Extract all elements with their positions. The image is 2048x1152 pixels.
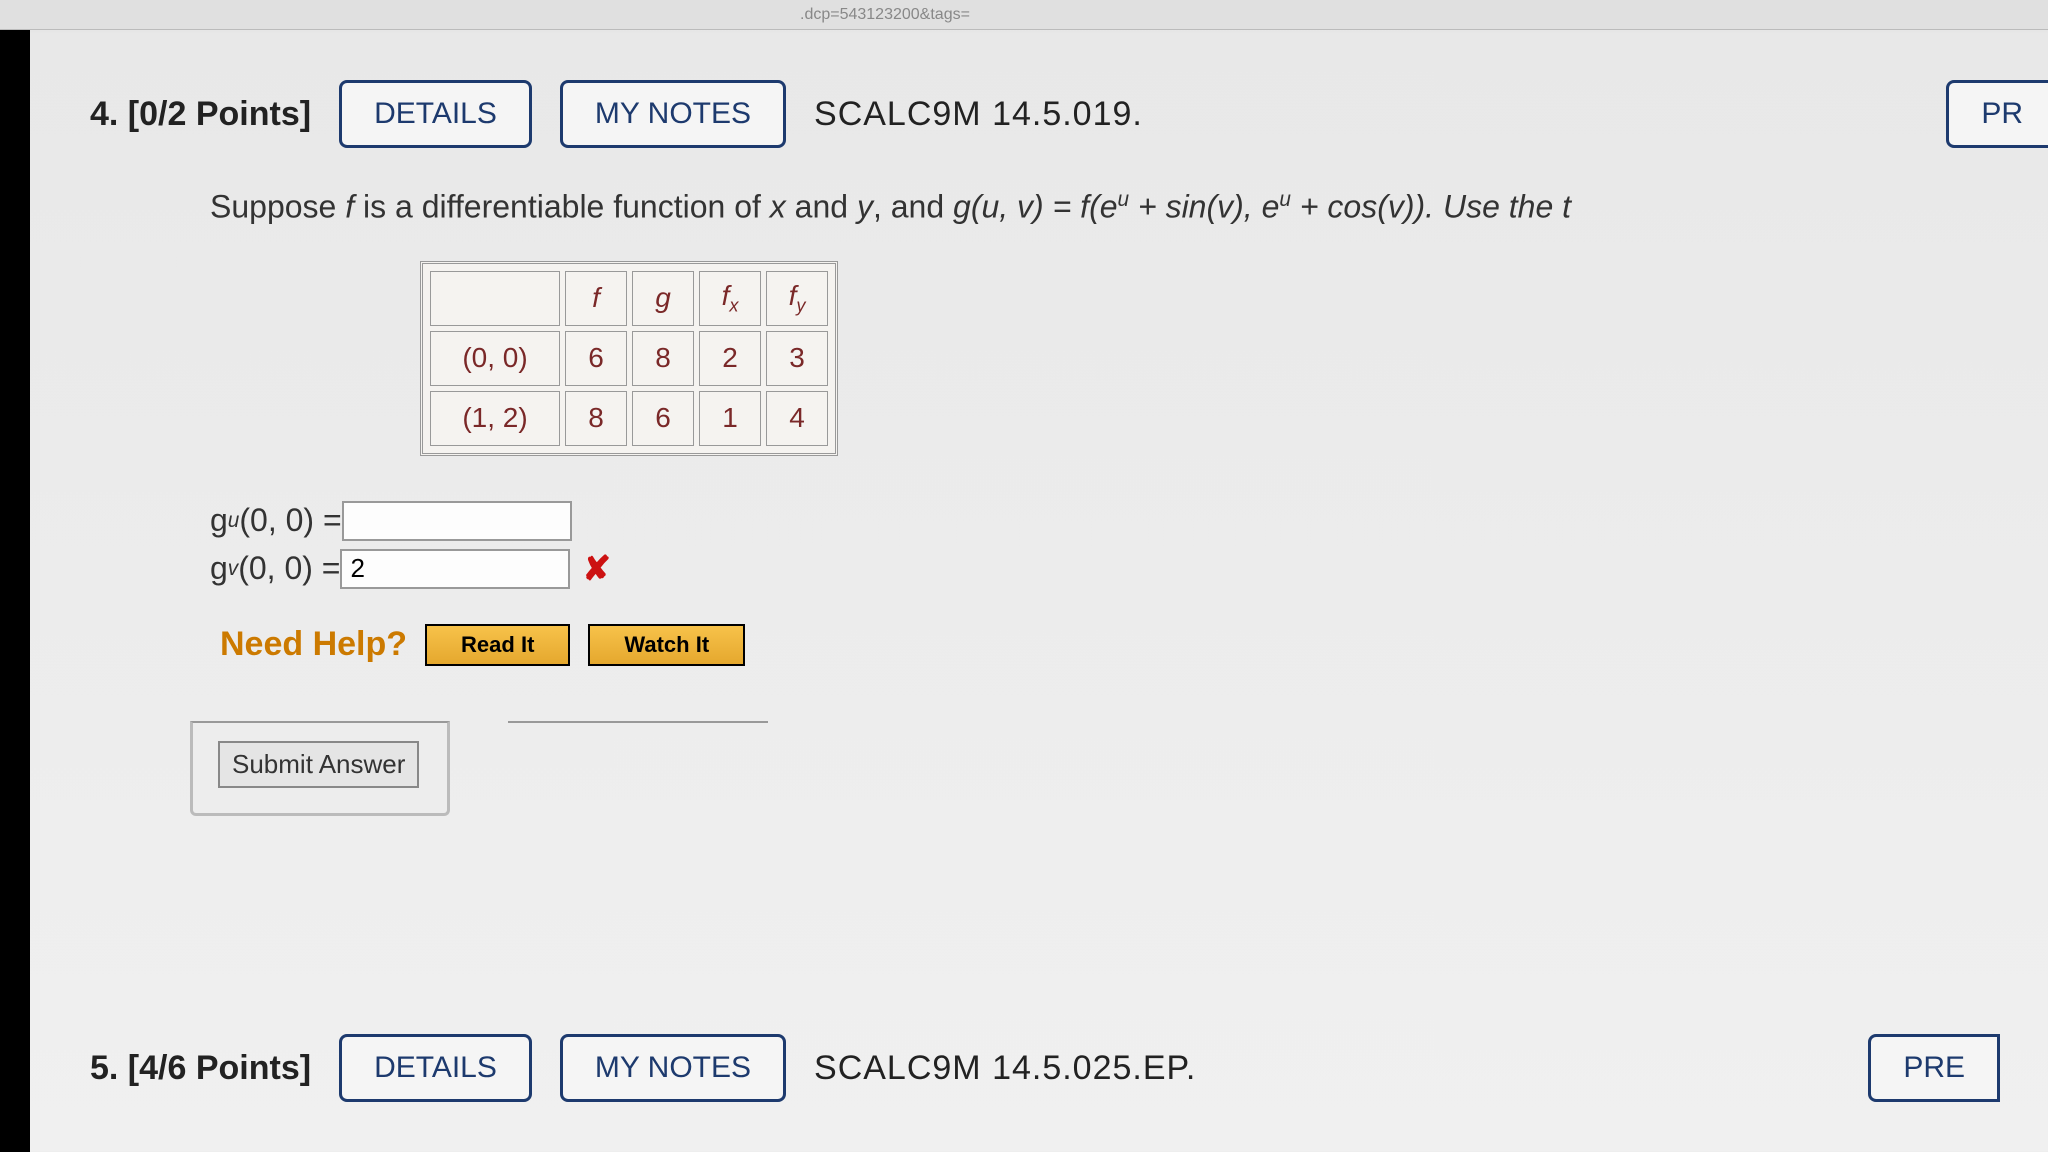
th-blank (430, 271, 560, 326)
gu-input[interactable] (342, 501, 572, 541)
var-g: g (953, 189, 971, 225)
table-row: (0, 0) 6 8 2 3 (430, 331, 828, 386)
details-button[interactable]: DETAILS (339, 1034, 532, 1102)
cell: 4 (766, 391, 828, 446)
practice-button[interactable]: PR (1946, 80, 2048, 148)
page-content: 4. [0/2 Points] DETAILS MY NOTES SCALC9M… (30, 30, 2048, 1152)
answers-block: gu(0, 0) = gv(0, 0) = ✘ (210, 501, 2048, 589)
label-rest: (0, 0) = (238, 550, 340, 587)
th-g: g (632, 271, 694, 326)
label-sub-v: v (228, 557, 238, 581)
cell: 8 (632, 331, 694, 386)
text: + cos(v)). Use the t (1291, 189, 1571, 225)
var-f: f (345, 189, 354, 225)
label-sub-u: u (228, 509, 240, 533)
table-row: f g fx fy (430, 271, 828, 326)
details-button[interactable]: DETAILS (339, 80, 532, 148)
q4-code: SCALC9M 14.5.019. (814, 95, 1143, 134)
help-block: Need Help? Read It Watch It (220, 624, 2048, 666)
help-label: Need Help? (220, 625, 407, 664)
previous-button[interactable]: PRE (1868, 1034, 2000, 1102)
left-edge (0, 30, 30, 1152)
divider (508, 721, 768, 723)
mynotes-button[interactable]: MY NOTES (560, 1034, 786, 1102)
sub: x (729, 295, 738, 315)
label-g: g (210, 502, 228, 539)
cell: 2 (699, 331, 761, 386)
text: is a differentiable function of (354, 189, 770, 225)
question5-header: 5. [4/6 Points] DETAILS MY NOTES SCALC9M… (30, 1034, 1990, 1102)
th-fx: fx (699, 271, 761, 326)
cell: 8 (565, 391, 627, 446)
text: + sin(v), e (1129, 189, 1279, 225)
problem-statement: Suppose f is a differentiable function o… (210, 188, 2048, 226)
cell: 6 (632, 391, 694, 446)
text: , and (873, 189, 953, 225)
values-table: f g fx fy (0, 0) 6 8 2 3 (1, 2) 8 6 1 4 (420, 261, 838, 456)
var-x: x (770, 189, 786, 225)
cell-point: (1, 2) (430, 391, 560, 446)
cell: 6 (565, 331, 627, 386)
sup-u: u (1118, 188, 1130, 211)
watch-it-button[interactable]: Watch It (588, 624, 745, 666)
label-rest: (0, 0) = (239, 502, 341, 539)
th-f: f (565, 271, 627, 326)
label-g: g (210, 550, 228, 587)
table-row: (1, 2) 8 6 1 4 (430, 391, 828, 446)
url-fragment: .dcp=543123200&tags= (0, 0, 2048, 30)
sup-u: u (1279, 188, 1291, 211)
wrong-icon: ✘ (582, 549, 611, 589)
gv-input[interactable] (340, 549, 570, 589)
text: and (786, 189, 857, 225)
th-fy: fy (766, 271, 828, 326)
var-y: y (857, 189, 873, 225)
cell: 1 (699, 391, 761, 446)
text: Suppose (210, 189, 345, 225)
q5-code: SCALC9M 14.5.025.EP. (814, 1049, 1196, 1088)
submit-wrap: Submit Answer (190, 721, 450, 816)
mynotes-button[interactable]: MY NOTES (560, 80, 786, 148)
q5-number: 5. [4/6 Points] (90, 1049, 311, 1088)
question4-header: 4. [0/2 Points] DETAILS MY NOTES SCALC9M… (90, 80, 2048, 148)
read-it-button[interactable]: Read It (425, 624, 570, 666)
gu-row: gu(0, 0) = (210, 501, 2048, 541)
cell-point: (0, 0) (430, 331, 560, 386)
q4-number: 4. [0/2 Points] (90, 95, 311, 134)
sub: y (796, 295, 805, 315)
submit-answer-button[interactable]: Submit Answer (218, 741, 419, 788)
cell: 3 (766, 331, 828, 386)
gv-row: gv(0, 0) = ✘ (210, 549, 2048, 589)
text: (u, v) = f(e (971, 189, 1118, 225)
